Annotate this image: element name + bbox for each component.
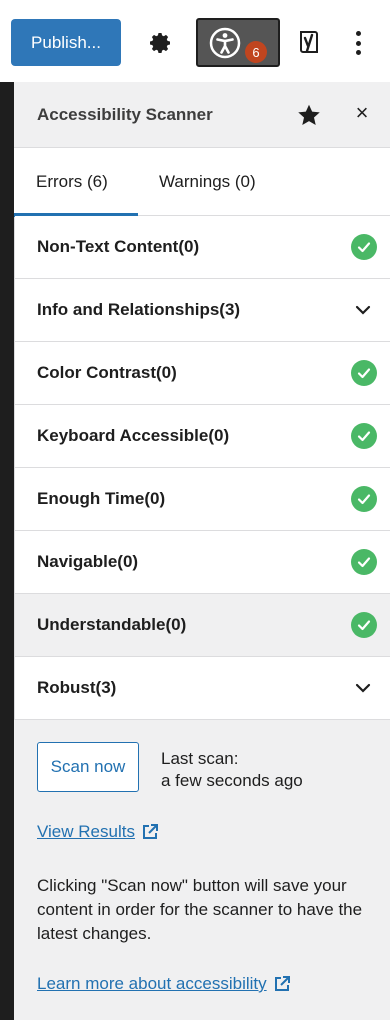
- check-circle-icon: [351, 234, 377, 260]
- sidebar-panel: Accessibility Scanner × Errors (6) Warni…: [0, 82, 390, 1020]
- chevron-down-icon: [355, 305, 371, 315]
- panel-title: Accessibility Scanner: [37, 104, 213, 124]
- criterion-robust[interactable]: Robust(3): [15, 657, 390, 720]
- criterion-color-contrast[interactable]: Color Contrast(0): [15, 342, 390, 405]
- check-circle-icon: [351, 360, 377, 386]
- yoast-icon: [300, 31, 318, 53]
- criteria-list: Non-Text Content(0) Info and Relationshi…: [14, 216, 390, 720]
- editor-toolbar: Publish... 6: [0, 0, 390, 82]
- view-results-link[interactable]: View Results: [37, 822, 159, 842]
- scan-note: Clicking "Scan now" button will save you…: [37, 876, 363, 943]
- publish-button[interactable]: Publish...: [11, 19, 121, 66]
- criterion-info-and-relationships[interactable]: Info and Relationships(3): [15, 279, 390, 342]
- criterion-label: Color Contrast(0): [37, 363, 177, 382]
- star-icon[interactable]: [296, 102, 322, 128]
- criterion-label: Enough Time(0): [37, 489, 166, 508]
- external-link-icon: [274, 976, 290, 991]
- check-circle-icon: [351, 486, 377, 512]
- tab-bar: Errors (6) Warnings (0): [14, 148, 390, 217]
- scan-now-button[interactable]: Scan now: [37, 742, 139, 792]
- criterion-label: Non-Text Content(0): [37, 237, 200, 256]
- last-scan-value: a few seconds ago: [161, 771, 303, 790]
- tab-errors[interactable]: Errors (6): [14, 148, 138, 217]
- more-options-button[interactable]: [348, 27, 368, 59]
- chevron-down-icon: [355, 683, 371, 693]
- criterion-label: Keyboard Accessible(0): [37, 426, 230, 445]
- learn-more-label: Learn more about accessibility: [37, 974, 267, 993]
- learn-more-link[interactable]: Learn more about accessibility: [37, 974, 291, 994]
- criterion-enough-time[interactable]: Enough Time(0): [15, 468, 390, 531]
- criterion-understandable[interactable]: Understandable(0): [15, 594, 390, 657]
- vertical-ellipsis-icon: [355, 31, 361, 36]
- external-link-icon: [142, 824, 158, 839]
- settings-button[interactable]: [146, 28, 176, 58]
- check-circle-icon: [351, 612, 377, 638]
- check-circle-icon: [351, 549, 377, 575]
- yoast-button[interactable]: [294, 27, 324, 57]
- criterion-label: Understandable(0): [37, 615, 187, 634]
- tab-warnings[interactable]: Warnings (0): [138, 148, 256, 216]
- gear-icon: [150, 33, 170, 53]
- check-circle-icon: [351, 423, 377, 449]
- issue-count-badge: 6: [245, 41, 267, 63]
- accessibility-scanner-button[interactable]: 6: [196, 18, 280, 67]
- criterion-keyboard-accessible[interactable]: Keyboard Accessible(0): [15, 405, 390, 468]
- criterion-non-text-content[interactable]: Non-Text Content(0): [15, 216, 390, 279]
- criterion-label: Navigable(0): [37, 552, 139, 571]
- close-icon[interactable]: ×: [351, 102, 373, 124]
- last-scan-info: Last scan: a few seconds ago: [161, 748, 303, 792]
- accessibility-icon: [209, 27, 241, 59]
- last-scan-label: Last scan:: [161, 749, 239, 768]
- criterion-label: Robust(3): [37, 678, 117, 697]
- criterion-label: Info and Relationships(3): [37, 300, 241, 319]
- panel-header: Accessibility Scanner ×: [14, 82, 390, 148]
- scan-section: Scan now Last scan: a few seconds ago Vi…: [14, 720, 390, 993]
- view-results-label: View Results: [37, 822, 135, 841]
- criterion-navigable[interactable]: Navigable(0): [15, 531, 390, 594]
